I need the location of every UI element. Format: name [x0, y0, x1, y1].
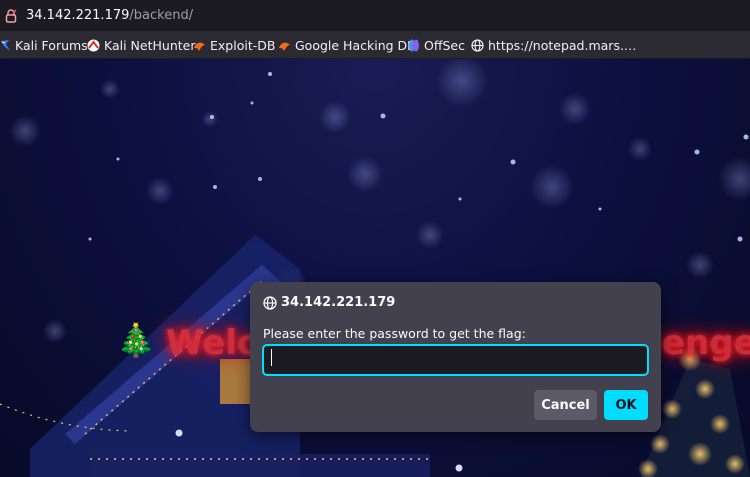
kali-dragon-icon: [1, 40, 10, 51]
url-path: /backend/: [129, 8, 194, 23]
text-caret: [271, 349, 272, 366]
bookmark-label: OffSec: [424, 38, 465, 53]
ghdb-icon: [279, 42, 290, 51]
lock-icon[interactable]: [4, 9, 18, 23]
bookmark-exploit-db[interactable]: Exploit-DB: [193, 37, 275, 54]
bookmark-kali-nethunter[interactable]: Kali NetHunter: [87, 37, 195, 54]
url-bar[interactable]: 34.142.221.179/backend/: [0, 0, 750, 32]
bookmark-google-hacking-db[interactable]: Google Hacking DB: [278, 37, 416, 54]
offsec-icon: [409, 39, 419, 52]
ok-button[interactable]: OK: [604, 390, 648, 420]
dialog-message: Please enter the password to get the fla…: [263, 326, 526, 341]
bookmark-label: Exploit-DB: [210, 38, 276, 53]
nethunter-icon: [87, 39, 100, 52]
snow-dot: [455, 464, 463, 472]
tree-emoji: 🎄: [116, 321, 156, 359]
bookmark-label: Kali NetHunter: [104, 38, 196, 53]
bookmarks-toolbar: Kali Forums Kali NetHunter Exploit-DB Go…: [0, 32, 750, 59]
welcome-banner-right: enge: [662, 323, 750, 363]
bookmark-label: https://notepad.mars.…: [488, 38, 637, 53]
browser-window: 34.142.221.179/backend/ Kali Forums Kali…: [0, 0, 750, 477]
cancel-button[interactable]: Cancel: [534, 390, 597, 420]
globe-icon: [263, 296, 277, 310]
bookmark-label: Google Hacking DB: [295, 38, 416, 53]
bookmark-notepad[interactable]: https://notepad.mars.…: [471, 37, 636, 54]
exploit-db-icon: [194, 42, 205, 51]
dialog-origin: 34.142.221.179: [281, 295, 396, 310]
url-host: 34.142.221.179: [26, 8, 130, 23]
password-input[interactable]: [262, 344, 649, 376]
url-text[interactable]: 34.142.221.179/backend/: [26, 7, 193, 25]
password-prompt-dialog: 34.142.221.179 Please enter the password…: [250, 282, 661, 432]
bookmark-offsec[interactable]: OffSec: [408, 37, 465, 54]
bookmark-kali-forums[interactable]: Kali Forums: [0, 37, 88, 54]
globe-icon: [471, 39, 484, 52]
snow-dots: [88, 72, 749, 242]
welcome-banner-left: Welc: [166, 323, 258, 363]
bookmark-label: Kali Forums: [15, 38, 88, 53]
snow-dot: [175, 429, 183, 437]
